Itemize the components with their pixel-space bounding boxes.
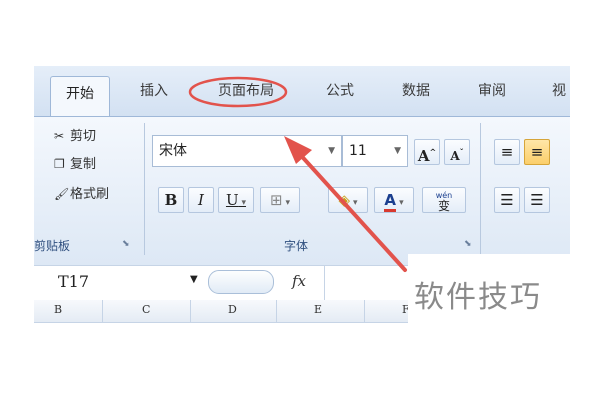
highlight-oval (188, 76, 288, 108)
annotation-overlay (188, 76, 407, 272)
annotation-arrow-shaft (294, 148, 407, 272)
annotation-arrowhead-icon (284, 136, 312, 164)
